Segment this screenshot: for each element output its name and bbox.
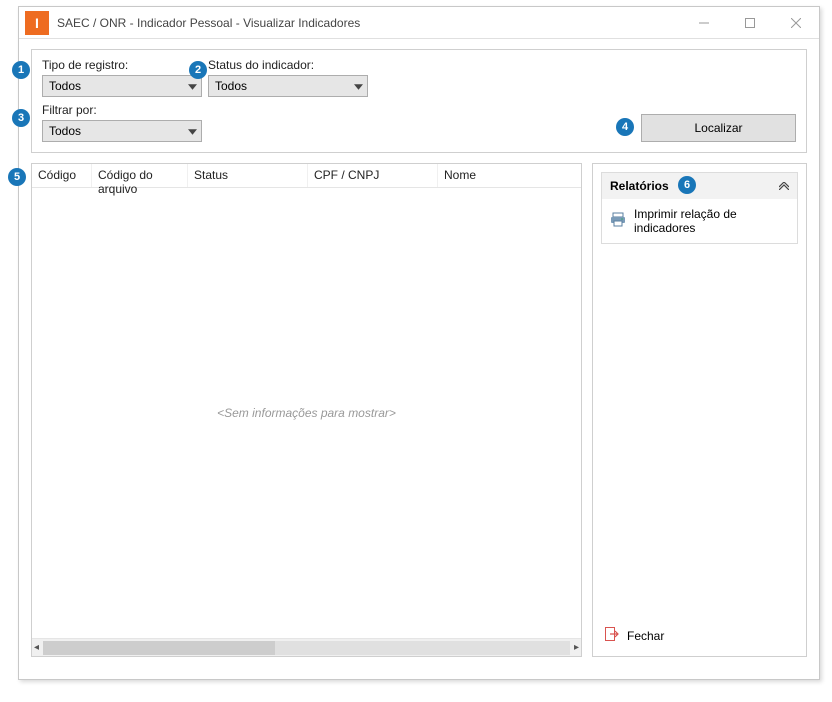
app-icon: I <box>25 11 49 35</box>
tipo-registro-combo[interactable]: Todos <box>42 75 202 97</box>
close-label: Fechar <box>627 629 664 643</box>
print-report-label: Imprimir relação de indicadores <box>634 207 789 235</box>
reports-header[interactable]: Relatórios <box>602 173 797 199</box>
content-area: Tipo de registro: Todos Status do indica… <box>19 39 819 667</box>
horizontal-scrollbar[interactable]: ◂ ▸ <box>32 638 581 656</box>
filtrar-por-combo[interactable]: Todos <box>42 120 202 142</box>
filtrar-por-label: Filtrar por: <box>42 103 202 117</box>
grid-col-codigo[interactable]: Código <box>32 164 92 187</box>
annotation-badge-5: 5 <box>8 168 26 186</box>
printer-icon <box>610 212 626 231</box>
grid-col-cpf-cnpj[interactable]: CPF / CNPJ <box>308 164 438 187</box>
tipo-registro-label: Tipo de registro: <box>42 58 202 72</box>
exit-icon <box>605 627 619 644</box>
annotation-badge-1: 1 <box>12 61 30 79</box>
chevron-down-icon <box>188 124 197 138</box>
grid-col-nome[interactable]: Nome <box>438 164 581 187</box>
grid-col-codigo-arquivo[interactable]: Código do arquivo <box>92 164 188 187</box>
filter-panel: Tipo de registro: Todos Status do indica… <box>31 49 807 153</box>
maximize-button[interactable] <box>727 7 773 39</box>
app-window: I SAEC / ONR - Indicador Pessoal - Visua… <box>18 6 820 680</box>
close-button[interactable] <box>773 7 819 39</box>
grid-col-status[interactable]: Status <box>188 164 308 187</box>
results-grid: Código Código do arquivo Status CPF / CN… <box>31 163 582 657</box>
scroll-right-icon[interactable]: ▸ <box>574 642 579 653</box>
chevron-up-icon <box>779 179 789 193</box>
window-controls <box>681 7 819 39</box>
reports-box: Relatórios Imprimir relação de indicador… <box>601 172 798 244</box>
scroll-thumb[interactable] <box>43 641 275 655</box>
annotation-badge-3: 3 <box>12 109 30 127</box>
close-link[interactable]: Fechar <box>601 623 798 648</box>
chevron-down-icon <box>354 79 363 93</box>
filtrar-por-value: Todos <box>49 124 81 138</box>
print-report-item[interactable]: Imprimir relação de indicadores <box>602 199 797 243</box>
grid-empty-message: <Sem informações para mostrar> <box>32 188 581 638</box>
reports-title: Relatórios <box>610 179 669 193</box>
minimize-button[interactable] <box>681 7 727 39</box>
grid-header: Código Código do arquivo Status CPF / CN… <box>32 164 581 188</box>
localizar-button[interactable]: Localizar <box>641 114 796 142</box>
scroll-track[interactable] <box>43 641 570 655</box>
annotation-badge-4: 4 <box>616 118 634 136</box>
titlebar: I SAEC / ONR - Indicador Pessoal - Visua… <box>19 7 819 39</box>
chevron-down-icon <box>188 79 197 93</box>
status-indicador-value: Todos <box>215 79 247 93</box>
side-panel: Relatórios Imprimir relação de indicador… <box>592 163 807 657</box>
status-indicador-label: Status do indicador: <box>208 58 368 72</box>
tipo-registro-value: Todos <box>49 79 81 93</box>
annotation-badge-2: 2 <box>189 61 207 79</box>
status-indicador-combo[interactable]: Todos <box>208 75 368 97</box>
annotation-badge-6: 6 <box>678 176 696 194</box>
window-title: SAEC / ONR - Indicador Pessoal - Visuali… <box>57 16 681 30</box>
scroll-left-icon[interactable]: ◂ <box>34 642 39 653</box>
